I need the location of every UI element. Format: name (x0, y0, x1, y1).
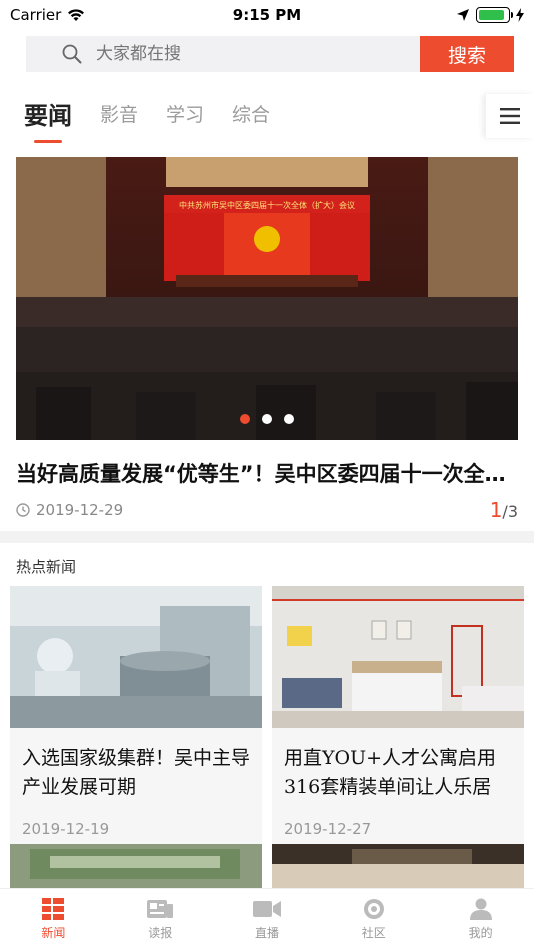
wifi-icon (68, 9, 85, 21)
community-circle-icon (363, 899, 384, 919)
conference-hall-photo: 中共苏州市吴中区委四届十一次全体（扩大）会议 (16, 157, 518, 440)
channel-menu-button[interactable] (486, 94, 534, 138)
carousel-dot[interactable] (240, 414, 250, 424)
tab-label: 综合 (232, 104, 271, 126)
news-title: 入选国家级集群！吴中主导产业发展可期 (22, 747, 251, 798)
banner-slide-text: 中共苏州市吴中区委四届十一次全体（扩大）会议 (179, 200, 355, 210)
user-icon (469, 898, 492, 920)
tab-profile[interactable]: 我的 (427, 889, 534, 950)
news-grid-icon (42, 898, 65, 920)
news-thumbnail (10, 586, 262, 728)
tab-label: 我的 (468, 926, 493, 940)
page-current: 1 (489, 498, 503, 522)
tab-community[interactable]: 社区 (320, 889, 427, 950)
carrier-label: Carrier (10, 6, 62, 24)
tab-live[interactable]: 直播 (214, 889, 321, 950)
carousel-dot[interactable] (284, 414, 294, 424)
tab-label: 学习 (166, 104, 205, 126)
tab-label: 新闻 (41, 926, 66, 940)
charging-bolt-icon (516, 8, 524, 22)
news-thumbnail (10, 844, 262, 889)
tab-label: 读报 (148, 926, 173, 940)
carousel-page-indicator: 1/3 (490, 498, 518, 522)
lab-photo (10, 586, 262, 728)
clock-icon (16, 503, 30, 517)
tab-headlines[interactable]: 要闻 (24, 94, 72, 143)
tab-label: 要闻 (24, 102, 72, 130)
search-icon (62, 44, 82, 64)
search-field[interactable] (26, 36, 420, 72)
tab-media[interactable]: 影音 (100, 94, 138, 127)
category-tabs: 要闻 影音 学习 综合 (24, 94, 534, 143)
hot-news-title: 热点新闻 (16, 558, 77, 576)
news-card[interactable]: 用直YOU+人才公寓启用 316套精装单间让人乐居 2019-12-27 (272, 586, 524, 852)
tab-news[interactable]: 新闻 (0, 889, 107, 950)
news-card[interactable] (272, 844, 524, 889)
carousel-meta: 2019-12-29 1/3 (16, 498, 518, 522)
status-bar: Carrier 9:15 PM (0, 0, 534, 30)
tab-label: 直播 (254, 926, 279, 940)
search-input[interactable] (96, 44, 376, 64)
tab-general[interactable]: 综合 (232, 94, 270, 127)
tab-label: 影音 (100, 104, 139, 126)
carousel-date: 2019-12-29 (36, 501, 124, 519)
news-card[interactable]: 入选国家级集群！吴中主导产业发展可期 2019-12-19 (10, 586, 262, 852)
tab-label: 社区 (361, 926, 386, 940)
headline-carousel[interactable]: 中共苏州市吴中区委四届十一次全体（扩大）会议 (16, 157, 518, 440)
apartment-photo (272, 586, 524, 728)
news-title: 用直YOU+人才公寓启用 316套精装单间让人乐居 (284, 747, 497, 798)
news-thumbnail (272, 586, 524, 728)
search-bar: 搜索 (26, 36, 514, 72)
newspaper-icon (147, 900, 174, 918)
page-total: /3 (502, 502, 518, 521)
hamburger-menu-icon (500, 108, 520, 124)
search-button[interactable]: 搜索 (420, 36, 514, 72)
section-divider (0, 531, 534, 543)
active-tab-indicator (34, 140, 62, 143)
video-camera-icon (252, 901, 281, 917)
carousel-pagination (16, 414, 518, 424)
tab-newspaper[interactable]: 读报 (107, 889, 214, 950)
location-arrow-icon (457, 9, 469, 21)
news-card[interactable] (10, 844, 262, 889)
status-time: 9:15 PM (232, 6, 302, 24)
bottom-tab-bar: 新闻 读报 直播 社区 我的 (0, 888, 534, 950)
tab-study[interactable]: 学习 (166, 94, 204, 127)
carousel-dot[interactable] (262, 414, 272, 424)
carousel-headline[interactable]: 当好高质量发展“优等生”！吴中区委四届十一次全体（扩大）会议召开 (16, 458, 524, 488)
news-thumbnail (272, 844, 524, 889)
battery-icon (476, 7, 513, 23)
